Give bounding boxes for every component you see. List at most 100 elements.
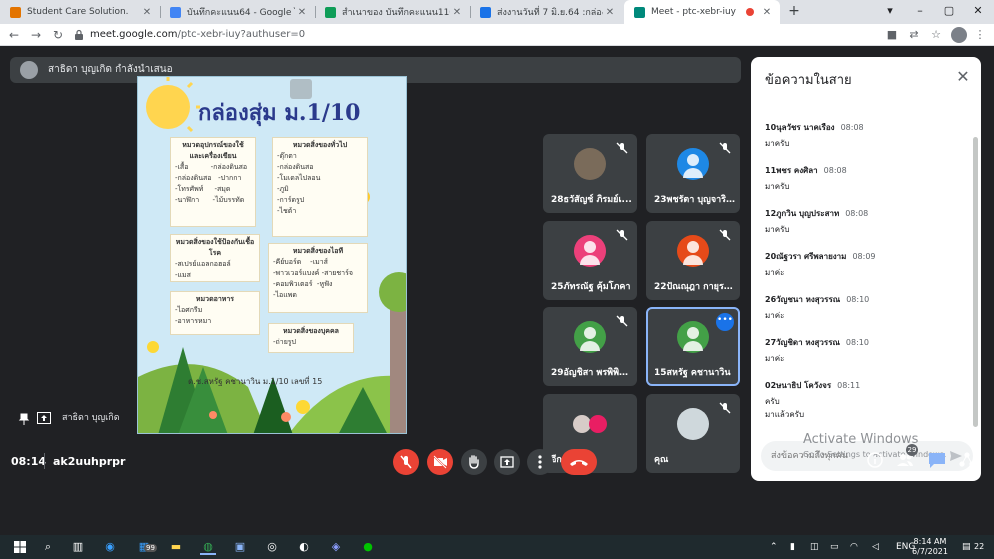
tab-sheets[interactable]: สำเนาของ บันทึกคะแนน110.xlsx - Go ✕ bbox=[315, 0, 470, 24]
bookmark-star-icon[interactable]: ☆ bbox=[928, 27, 944, 43]
participant-name: 15สหรัฐ คชานาวิน bbox=[654, 368, 731, 378]
taskbar-clock[interactable]: 8:14 AM 6/7/2021 bbox=[910, 537, 950, 557]
category-heading: หมวดอาหาร bbox=[195, 295, 235, 303]
slide-title: กล่องสุ่ม ม.1/10 bbox=[198, 100, 361, 126]
reload-icon[interactable]: ↻ bbox=[50, 27, 66, 43]
tab-classroom[interactable]: ส่งงานวันที่ 7 มิ.ย.64 :กล่องสุ่ม ✕ bbox=[470, 0, 623, 24]
camera-toggle-button[interactable] bbox=[427, 449, 453, 475]
search-icon[interactable]: ⌕ bbox=[40, 539, 56, 555]
chat-message: 26วัญชนา หงสุวรรณ 08:10 มาค่ะ bbox=[765, 287, 965, 322]
profile-avatar[interactable] bbox=[951, 27, 967, 43]
participant-avatar bbox=[677, 321, 709, 353]
edge-icon[interactable]: ◉ bbox=[102, 539, 118, 555]
tab-title: Student Care Solution. bbox=[27, 7, 129, 17]
message-body: มาแล้วครับ bbox=[765, 410, 805, 419]
leave-call-button[interactable] bbox=[561, 449, 597, 475]
meeting-details-icon[interactable] bbox=[864, 449, 886, 471]
tray-monitor-icon[interactable]: ▭ bbox=[830, 539, 839, 555]
participant-tile[interactable]: 25ภัทรณัฐ คุ้มโภคา bbox=[543, 221, 637, 300]
category-items: -สเปรย์แอลกอฮอล์ -แมส bbox=[175, 260, 231, 279]
mic-off-icon bbox=[400, 455, 412, 469]
tab-close-icon[interactable]: ✕ bbox=[450, 7, 464, 18]
slide-category-hygiene: หมวดสิ่งของใช้ป้องกันเชื้อโรค -สเปรย์แอล… bbox=[170, 234, 260, 282]
url-host: meet.google.com bbox=[90, 29, 178, 40]
participant-photo bbox=[574, 148, 606, 180]
translate-icon[interactable]: ⇄ bbox=[906, 27, 922, 43]
participant-name: 22ปัณณุฎา กายุรวั... bbox=[654, 282, 736, 292]
tab-close-icon[interactable]: ✕ bbox=[295, 7, 309, 18]
new-tab-icon[interactable]: + bbox=[786, 3, 802, 19]
more-options-button[interactable] bbox=[527, 449, 553, 475]
mic-toggle-button[interactable] bbox=[393, 449, 419, 475]
participant-tile-active[interactable]: ••• 15สหรัฐ คชานาวิน bbox=[646, 307, 740, 386]
discord-icon[interactable]: ◈ bbox=[328, 539, 344, 555]
camera-in-use-icon[interactable]: ■ bbox=[884, 27, 900, 43]
volume-icon[interactable]: ◁ bbox=[872, 539, 879, 555]
line-icon[interactable]: ● bbox=[360, 539, 376, 555]
file-explorer-icon[interactable]: ▬ bbox=[168, 539, 184, 555]
pin-icon[interactable] bbox=[18, 413, 30, 425]
url-field[interactable]: meet.google.com/ptc-xebr-iuy?authuser=0 bbox=[90, 27, 305, 43]
hand-icon bbox=[469, 455, 479, 469]
tab-favicon-icon bbox=[10, 6, 21, 18]
tab-close-icon[interactable]: ✕ bbox=[603, 7, 617, 18]
recording-icon bbox=[746, 8, 754, 16]
participant-tile[interactable]: 29อัญชิสา พรพิพิธ... bbox=[543, 307, 637, 386]
zoom-icon[interactable]: ▣ bbox=[232, 539, 248, 555]
tab-title: ส่งงานวันที่ 7 มิ.ย.64 :กล่องสุ่ม bbox=[497, 8, 603, 18]
chrome-menu-icon[interactable]: ⋮ bbox=[972, 27, 988, 43]
more-options-icon[interactable]: ••• bbox=[716, 313, 734, 331]
raise-hand-button[interactable] bbox=[461, 449, 487, 475]
back-icon[interactable]: ← bbox=[6, 27, 22, 43]
category-items: -ตุ๊กตา -กล่องดินสอ -โมเดลไปลอน -ภูมิ -ก… bbox=[277, 152, 321, 215]
wifi-icon[interactable]: ◠ bbox=[850, 539, 858, 555]
message-sender: 12ภูกวิน บุญประสาท bbox=[765, 209, 840, 218]
chat-icon[interactable] bbox=[926, 449, 948, 471]
participant-tile[interactable]: 28ธวัสัญช์ ภิรมย์เ... bbox=[543, 134, 637, 213]
present-icon bbox=[500, 456, 514, 468]
participant-avatar bbox=[574, 235, 606, 267]
mic-off-icon bbox=[616, 229, 628, 241]
tray-app-icon[interactable]: ▮ bbox=[790, 539, 795, 555]
tray-network-icon[interactable]: ◫ bbox=[810, 539, 819, 555]
participant-tile[interactable]: 22ปัณณุฎา กายุรวั... bbox=[646, 221, 740, 300]
obs-icon[interactable]: ◎ bbox=[264, 539, 280, 555]
tab-close-icon[interactable]: ✕ bbox=[760, 7, 774, 18]
task-view-icon[interactable]: ▥ bbox=[70, 539, 86, 555]
activate-windows-title: Activate Windows bbox=[803, 432, 919, 447]
tab-student-care[interactable]: Student Care Solution. ✕ bbox=[0, 0, 160, 24]
tab-google-drive[interactable]: บันทึกคะแนน64 - Google ไดรฟ์ ✕ bbox=[160, 0, 315, 24]
participant-avatar bbox=[574, 321, 606, 353]
participant-tile-self[interactable]: คุณ bbox=[646, 394, 740, 473]
chrome-icon[interactable]: ◍ bbox=[200, 539, 216, 555]
participant-mini-avatar bbox=[589, 415, 607, 433]
tray-chevron-icon[interactable]: ⌃ bbox=[770, 539, 778, 555]
minimize-icon[interactable]: – bbox=[906, 0, 934, 24]
close-icon[interactable]: ✕ bbox=[955, 69, 971, 85]
notifications-icon[interactable]: ▤ bbox=[962, 539, 971, 555]
mic-off-icon bbox=[719, 402, 731, 414]
maximize-icon[interactable]: ▢ bbox=[935, 0, 963, 24]
more-vert-icon bbox=[538, 455, 542, 469]
present-now-button[interactable] bbox=[494, 449, 520, 475]
message-body: มาครับ bbox=[765, 182, 790, 191]
meeting-code: ak2uuhprpr bbox=[53, 455, 126, 468]
activities-icon[interactable] bbox=[956, 449, 978, 471]
present-screen-icon[interactable] bbox=[37, 412, 51, 424]
address-bar: ← → ↻ meet.google.com/ptc-xebr-iuy?authu… bbox=[0, 24, 994, 46]
app-icon[interactable]: ◐ bbox=[296, 539, 312, 555]
tab-close-icon[interactable]: ✕ bbox=[140, 7, 154, 18]
tab-meet[interactable]: Meet - ptc-xebr-iuy ✕ bbox=[624, 0, 780, 24]
windows-start-icon[interactable] bbox=[12, 539, 28, 555]
forward-icon[interactable]: → bbox=[28, 27, 44, 43]
message-time: 08:08 bbox=[840, 123, 864, 132]
message-time: 08:09 bbox=[852, 252, 876, 261]
message-sender: 20ณัฐวรา ศรีพลายงาม bbox=[765, 252, 847, 261]
tab-search-icon[interactable]: ▾ bbox=[876, 0, 904, 24]
window-close-icon[interactable]: ✕ bbox=[964, 0, 992, 24]
participant-tile[interactable]: 23พชรัตา บุญจาริยะ bbox=[646, 134, 740, 213]
chat-scrollbar[interactable] bbox=[973, 137, 978, 427]
participants-count-badge: 29 bbox=[906, 444, 918, 456]
chat-message: 10นุลวัชร นาคเรือง 08:08 มาครับ bbox=[765, 115, 965, 150]
hang-up-icon bbox=[570, 460, 588, 466]
